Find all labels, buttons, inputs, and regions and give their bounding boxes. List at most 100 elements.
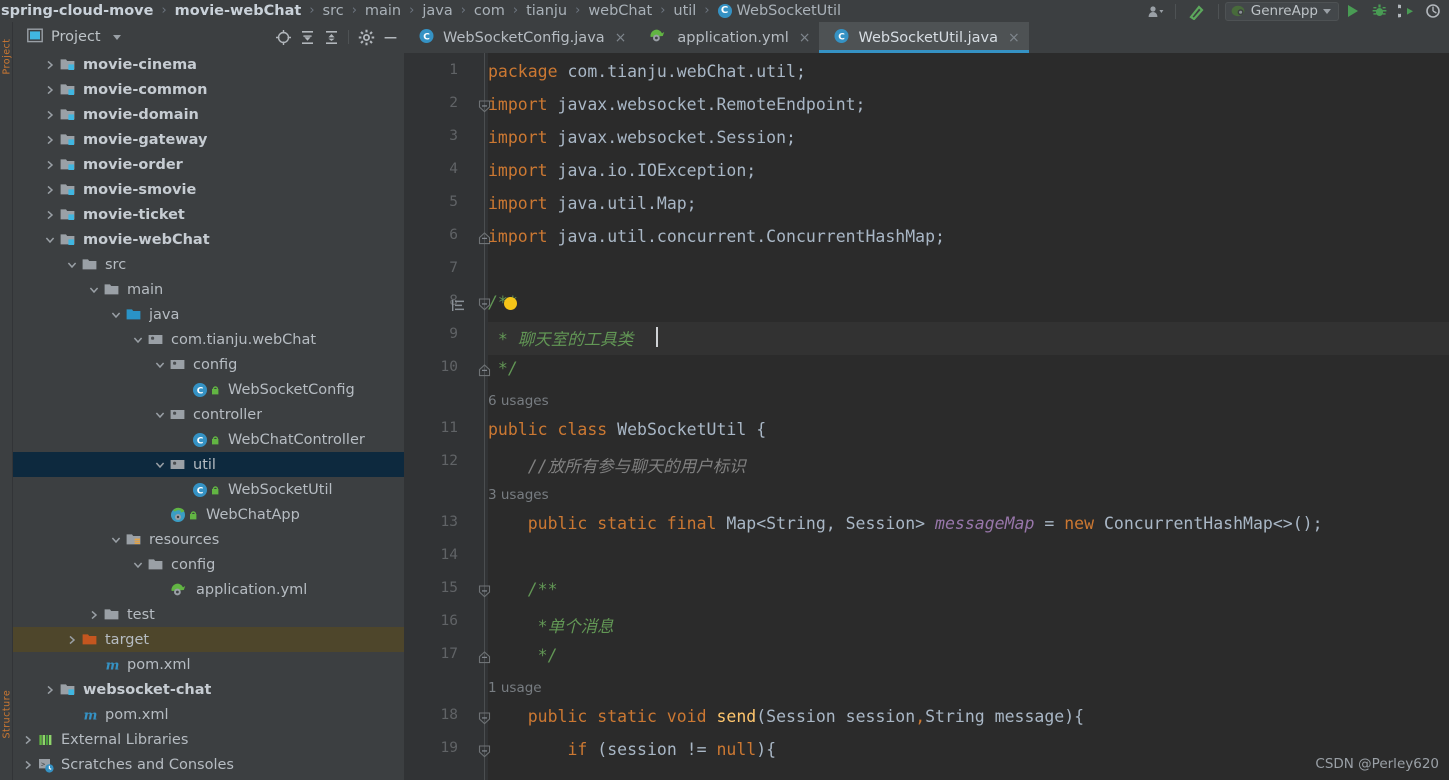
breadcrumb-item[interactable]: movie-webChat [174,0,303,22]
tree-row-src[interactable]: src [13,252,404,277]
folder-icon [104,282,121,297]
tree-row-movie-domain[interactable]: movie-domain [13,102,404,127]
run-with-coverage-icon[interactable] [1393,0,1420,22]
collapse-all-icon[interactable] [321,27,341,47]
tool-strip-project-label[interactable]: Project [2,33,13,74]
chevron-down-icon[interactable] [87,283,101,297]
line-number: 1 [449,62,458,78]
tree-row-java[interactable]: java [13,302,404,327]
tree-row-movie-gateway[interactable]: movie-gateway [13,127,404,152]
tree-row-movie-cinema[interactable]: movie-cinema [13,52,404,77]
tree-row-test[interactable]: test [13,602,404,627]
tree-row-scratches-and-consoles[interactable]: >_ Scratches and Consoles [13,752,404,777]
editor-gutter[interactable]: 1 2 3 4 5 6 7 8 9 10 11 12 13 14 15 16 17 18 19 [404,53,491,780]
chevron-right-icon[interactable] [87,608,101,622]
chevron-down-icon[interactable] [131,333,145,347]
tree-row-target[interactable]: target [13,627,404,652]
tree-row-config[interactable]: config [13,352,404,377]
chevron-down-icon[interactable] [153,408,167,422]
tree-row-webchatcontroller[interactable]: C WebChatController [13,427,404,452]
svg-text:C: C [197,386,204,396]
chevron-right-icon[interactable] [43,683,57,697]
run-configuration-selector[interactable]: GenreApp [1224,1,1339,21]
chevron-down-icon[interactable] [65,258,79,272]
breadcrumb-item[interactable]: tianju [525,0,568,22]
breadcrumb-item[interactable]: C WebSocketUtil [717,0,843,22]
chevron-right-icon[interactable] [43,183,57,197]
breadcrumb-item[interactable]: spring-cloud-move [0,0,154,22]
tree-row-movie-ticket[interactable]: movie-ticket [13,202,404,227]
module-folder-icon [60,682,77,697]
usage-hint[interactable]: 3 usages [488,487,549,503]
chevron-right-icon[interactable] [43,83,57,97]
breadcrumb-label: movie-webChat [174,3,302,19]
project-tree[interactable]: movie-cinema movie-common movie-domain m… [13,52,404,780]
breadcrumb-item[interactable]: java [421,0,453,22]
spring-app-icon [170,507,200,523]
chevron-down-icon[interactable] [109,308,123,322]
chevron-right-icon[interactable] [43,58,57,72]
tree-row-util[interactable]: util [13,452,404,477]
tree-row-external-libraries[interactable]: External Libraries [13,727,404,752]
editor-tab-websocketconfig-java[interactable]: C WebSocketConfig.java × [404,22,635,53]
expand-all-icon[interactable] [297,27,317,47]
tree-row-movie-common[interactable]: movie-common [13,77,404,102]
breadcrumb-item[interactable]: main [364,0,402,22]
breadcrumb-item[interactable]: com [473,0,506,22]
tree-row-pom-xml[interactable]: m pom.xml [13,652,404,677]
chevron-right-icon[interactable] [43,158,57,172]
usage-hint[interactable]: 6 usages [488,393,549,409]
breadcrumb-item[interactable]: src [322,0,345,22]
editor-tab-websocketutil-java[interactable]: C WebSocketUtil.java × [819,22,1029,53]
chevron-right-icon[interactable] [43,133,57,147]
chevron-right-icon[interactable] [21,758,35,772]
tree-row-movie-order[interactable]: movie-order [13,152,404,177]
chevron-down-icon[interactable] [131,558,145,572]
tree-row-movie-webchat[interactable]: movie-webChat [13,227,404,252]
editor-text[interactable]: package com.tianju.webChat.util; import j… [488,53,1449,780]
close-icon[interactable]: × [799,30,811,46]
tool-strip-structure-label[interactable]: Structure [2,677,13,739]
code-token: WebSocketUtil { [617,420,767,439]
tree-row-application-yml[interactable]: application.yml [13,577,404,602]
breadcrumb-item[interactable]: util [672,0,697,22]
lightbulb-icon[interactable] [504,297,517,310]
tree-row-resources[interactable]: resources [13,527,404,552]
tree-row-com-tianju-webchat[interactable]: com.tianju.webChat [13,327,404,352]
close-icon[interactable]: × [615,30,627,46]
module-folder-icon [60,57,77,72]
chevron-right-icon[interactable] [65,633,79,647]
tree-row-config[interactable]: config [13,552,404,577]
chevron-right-icon[interactable] [43,108,57,122]
tree-row-websocketconfig[interactable]: C WebSocketConfig [13,377,404,402]
chevron-down-icon[interactable] [153,358,167,372]
chevron-right-icon[interactable] [21,733,35,747]
chevron-down-icon[interactable] [109,533,123,547]
run-icon[interactable] [1339,0,1366,22]
chevron-down-icon[interactable] [153,458,167,472]
profiler-icon[interactable] [1420,0,1447,22]
tree-row-pom-xml[interactable]: m pom.xml [13,702,404,727]
tree-row-webchatapp[interactable]: WebChatApp [13,502,404,527]
tree-row-main[interactable]: main [13,277,404,302]
locate-icon[interactable] [273,27,293,47]
editor-tab-application-yml[interactable]: application.yml × [635,22,819,53]
breadcrumb-item[interactable]: webChat [587,0,653,22]
class-icon: C [717,4,732,18]
code-editor[interactable]: 1 2 3 4 5 6 7 8 9 10 11 12 13 14 15 16 17 18 19 package co… [404,53,1449,780]
tree-row-websocketutil[interactable]: C WebSocketUtil [13,477,404,502]
chevron-down-icon[interactable] [43,233,57,247]
hide-panel-icon[interactable] [380,27,400,47]
tree-row-controller[interactable]: controller [13,402,404,427]
hammer-icon[interactable] [1182,0,1212,22]
user-icon[interactable] [1142,0,1169,22]
tree-row-movie-smovie[interactable]: movie-smovie [13,177,404,202]
chevron-right-icon[interactable] [43,208,57,222]
close-icon[interactable]: × [1008,30,1020,46]
settings-gear-icon[interactable] [356,27,376,47]
debug-icon[interactable] [1366,0,1393,22]
usage-hint[interactable]: 1 usage [488,680,542,696]
tree-row-websocket-chat[interactable]: websocket-chat [13,677,404,702]
chevron-down-icon[interactable] [112,34,121,40]
